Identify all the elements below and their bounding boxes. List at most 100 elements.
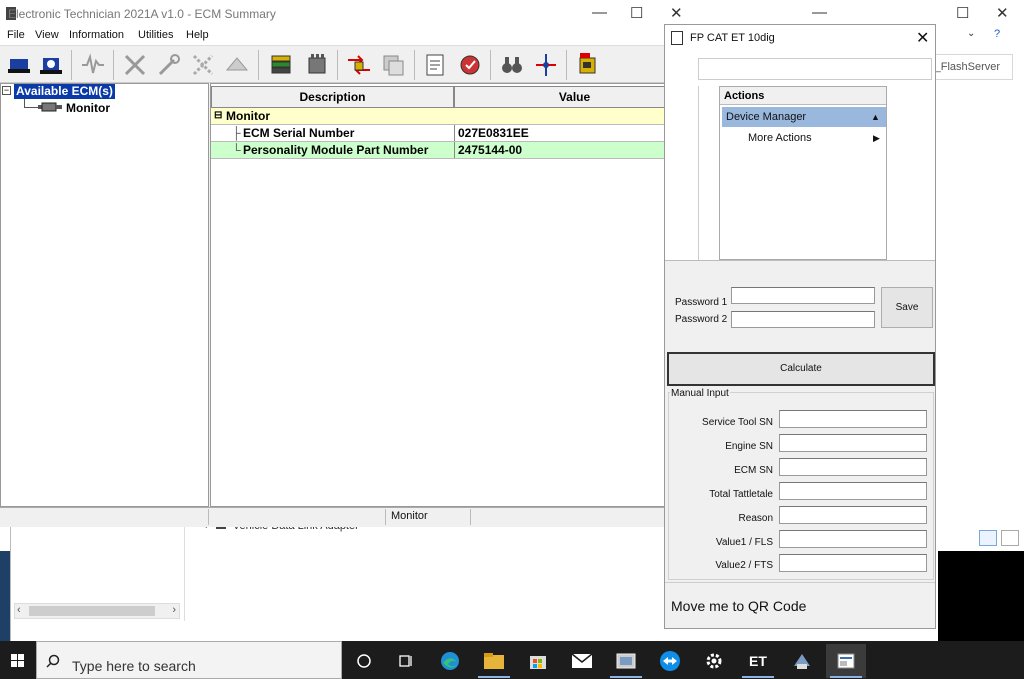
total-tattletale-label: Total Tattletale [709,489,773,500]
total-tattletale-field[interactable] [779,482,927,500]
toolbar-separator [566,50,567,80]
close-icon[interactable]: ✕ [670,4,683,22]
view-mode-buttons [979,530,1021,548]
calculate-button[interactable]: Calculate [667,352,935,386]
value2-fts-field[interactable] [779,554,927,572]
utility-app-icon[interactable] [606,644,646,678]
stacked-books-icon[interactable] [266,50,296,80]
collapse-up-icon[interactable]: ▲ [871,112,880,122]
row-value: 2475144-00 [454,142,692,158]
config-tools-icon[interactable] [188,50,218,80]
binoculars-icon[interactable] [497,50,527,80]
help-icon[interactable]: ? [994,28,1000,40]
fp-calculator-taskbar-icon[interactable] [826,644,866,678]
ecm-module-icon[interactable] [302,50,332,80]
group-row-monitor[interactable]: ⊟ Monitor [211,108,695,125]
action-more-actions[interactable]: More Actions [748,132,812,144]
menu-utilities[interactable]: Utilities [138,29,173,41]
action-device-manager[interactable]: Device Manager [722,107,886,127]
edge-browser-icon[interactable] [430,644,470,678]
scroll-thumb[interactable] [29,606,155,616]
value2-fts-label: Value2 / FTS [715,560,773,571]
network-tree-icon[interactable] [531,50,561,80]
column-header-value[interactable]: Value [454,86,695,108]
row-value: 027E0831EE [454,125,692,141]
table-row[interactable]: └ Personality Module Part Number 2475144… [211,142,695,159]
column-header-description[interactable]: Description [211,86,454,108]
active-indicator [742,676,774,678]
desktop-background [938,551,1024,641]
status-divider [208,509,209,525]
password2-field[interactable] [731,311,875,328]
collapse-icon[interactable]: − [2,86,11,95]
mail-icon[interactable] [562,644,602,678]
maximize-icon[interactable]: ☐ [630,4,643,22]
status-divider [470,509,471,525]
details-view-icon[interactable] [979,530,997,546]
task-view-icon[interactable] [344,644,384,678]
disconnect-icon[interactable] [36,50,66,80]
chevron-right-icon[interactable]: ▶ [873,133,880,144]
file-explorer-icon[interactable] [474,644,514,678]
ecm-sn-label: ECM SN [734,465,773,476]
toolbar [0,45,664,83]
connect-icon[interactable] [4,50,34,80]
scroll-left-icon[interactable]: ‹ [17,604,21,616]
widgets-icon[interactable] [386,644,426,678]
tree-root-available-ecms[interactable]: Available ECM(s) [14,84,115,99]
toolbar-separator [71,50,72,80]
et-titlebar: Electronic Technician 2021A v1.0 - ECM S… [0,0,700,28]
module-flash-icon[interactable] [572,50,602,80]
calibration-icon[interactable] [222,50,252,80]
save-button[interactable]: Save [881,287,933,328]
ecm-sn-field[interactable] [779,458,927,476]
tiles-view-icon[interactable] [1001,530,1019,546]
status-bar [0,507,664,527]
engine-sn-field[interactable] [779,434,927,452]
close-icon[interactable]: ✕ [916,28,929,48]
search-icon [46,654,60,668]
scroll-right-icon[interactable]: › [172,604,176,616]
service-tool-sn-field[interactable] [779,410,927,428]
network-app-icon[interactable] [782,644,822,678]
cat-et-taskbar-icon[interactable]: ET [738,644,778,678]
chevron-up-icon[interactable]: ⌄ [967,28,975,39]
tree-item-monitor[interactable]: Monitor [66,101,110,115]
tree-line [24,107,38,108]
qr-footer-text: Move me to QR Code [671,598,807,614]
service-program-icon[interactable] [455,50,485,80]
copy-config-icon[interactable] [378,50,408,80]
dialog-title: FP CAT ET 10dig [690,32,775,44]
wrench-icon[interactable] [154,50,184,80]
table-row[interactable]: ├ ECM Serial Number 027E0831EE [211,125,695,142]
menu-file[interactable]: File [7,29,25,41]
windows-start-icon[interactable] [0,641,36,679]
reason-field[interactable] [779,506,927,524]
waveform-icon[interactable] [78,50,108,80]
horizontal-scrollbar[interactable]: ‹ › [14,603,180,619]
maximize-icon[interactable]: ☐ [956,4,969,22]
row-description: ECM Serial Number [243,126,355,140]
menu-help[interactable]: Help [186,29,209,41]
row-description: Personality Module Part Number [243,143,429,157]
footer-divider [665,582,935,583]
flash-arrows-icon[interactable] [344,50,374,80]
menu-view[interactable]: View [35,29,59,41]
value1-fls-field[interactable] [779,530,927,548]
group-label: Monitor [226,109,270,123]
diagnostic-tools-icon[interactable] [120,50,150,80]
search-placeholder: Type here to search [72,658,196,674]
minimize-icon[interactable]: — [592,4,607,21]
close-icon[interactable]: ✕ [996,4,1009,22]
store-icon[interactable] [518,644,558,678]
minimize-icon[interactable]: — [812,4,827,21]
password1-field[interactable] [731,287,875,304]
cat-et-label: ET [749,653,767,669]
menu-information[interactable]: Information [69,29,124,41]
settings-gear-icon[interactable] [694,644,734,678]
toolbar-separator [490,50,491,80]
report-icon[interactable] [420,50,450,80]
service-tool-sn-label: Service Tool SN [702,417,773,428]
embedded-input[interactable] [698,58,932,80]
teamviewer-icon[interactable] [650,644,690,678]
